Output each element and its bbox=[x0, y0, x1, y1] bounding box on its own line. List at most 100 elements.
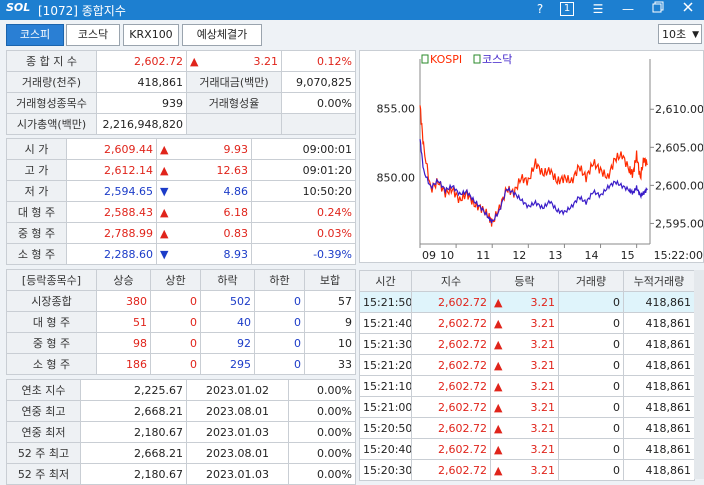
volume-value: 418,861 bbox=[96, 71, 187, 93]
price-change-value: 6.18 bbox=[223, 205, 249, 219]
up-arrow-icon: ▲ bbox=[160, 226, 169, 240]
price-value: 2,788.99 bbox=[66, 222, 157, 244]
tick-row[interactable]: 15:21:20 2,602.72 ▲ 3.21 0 418,861 bbox=[359, 354, 695, 376]
tick-volume: 0 bbox=[558, 417, 624, 439]
price-change: ▲ 12.63 bbox=[156, 159, 252, 181]
down-arrow-icon: ▼ bbox=[160, 247, 169, 261]
amount-value: 9,070,825 bbox=[281, 71, 356, 93]
yearly-row: 연초 지수 2,225.67 2023.01.02 0.00% bbox=[6, 379, 356, 401]
tick-row[interactable]: 15:21:50 2,602.72 ▲ 3.21 0 418,861 bbox=[359, 291, 695, 313]
up-arrow-icon: ▲ bbox=[494, 358, 503, 372]
up-arrow-icon: ▲ bbox=[160, 142, 169, 156]
tick-change: ▲ 3.21 bbox=[490, 354, 559, 376]
formed-count-label: 거래형성종목수 bbox=[6, 92, 97, 114]
tab-expected-price[interactable]: 예상체결가 bbox=[182, 24, 262, 46]
tick-row[interactable]: 15:20:30 2,602.72 ▲ 3.21 0 418,861 bbox=[359, 459, 695, 481]
up-arrow-icon: ▲ bbox=[494, 295, 503, 309]
tick-change: ▲ 3.21 bbox=[490, 459, 559, 481]
uplimit-count: 0 bbox=[150, 311, 201, 333]
tick-row[interactable]: 15:21:10 2,602.72 ▲ 3.21 0 418,861 bbox=[359, 375, 695, 397]
help-icon[interactable]: ? bbox=[532, 1, 548, 17]
tick-row[interactable]: 15:20:40 2,602.72 ▲ 3.21 0 418,861 bbox=[359, 438, 695, 460]
x-tick-label: 10 bbox=[440, 249, 454, 262]
menu-icon[interactable]: ☰ bbox=[590, 1, 606, 17]
price-change-value: 9.93 bbox=[223, 142, 249, 156]
left-tick-label: 850.00 bbox=[377, 172, 416, 185]
yearly-date: 2023.01.03 bbox=[186, 463, 289, 485]
column-header: [등락종목수] bbox=[6, 269, 97, 291]
price-value: 2,609.44 bbox=[66, 138, 157, 160]
up-arrow-icon: ▲ bbox=[190, 54, 199, 68]
interval-select[interactable]: 10초 ▼ bbox=[658, 24, 702, 44]
updown-row: 소 형 주 186 0 295 0 33 bbox=[6, 353, 356, 375]
tick-cum-volume: 418,861 bbox=[623, 375, 695, 397]
price-label: 중 형 주 bbox=[6, 222, 67, 244]
tab-krx100[interactable]: KRX100 bbox=[123, 24, 179, 46]
tick-change-value: 3.21 bbox=[530, 316, 556, 330]
price-row: 중 형 주 2,788.99 ▲ 0.83 0.03% bbox=[6, 222, 356, 244]
minimize-icon[interactable]: — bbox=[620, 1, 636, 17]
tick-cum-volume: 418,861 bbox=[623, 291, 695, 313]
tick-cum-volume: 418,861 bbox=[623, 438, 695, 460]
tick-change: ▲ 3.21 bbox=[490, 438, 559, 460]
yearly-date: 2023.01.02 bbox=[186, 379, 289, 401]
tick-time: 15:21:00 bbox=[359, 396, 412, 418]
yearly-row: 52 주 최저 2,180.67 2023.01.03 0.00% bbox=[6, 463, 356, 485]
tick-index: 2,602.72 bbox=[411, 417, 491, 439]
column-header[interactable]: 등락 bbox=[490, 270, 559, 292]
yearly-label: 연중 최고 bbox=[6, 400, 81, 422]
price-change: ▲ 0.83 bbox=[156, 222, 252, 244]
x-tick-label: 11 bbox=[476, 249, 490, 262]
column-header[interactable]: 거래량 bbox=[558, 270, 624, 292]
right-tick-label: 2,595.00 bbox=[655, 217, 703, 230]
down-count: 92 bbox=[200, 332, 255, 354]
title-bar: SOL [1072] 종합지수 ? 1 ☰ — bbox=[0, 0, 704, 20]
price-change-value: 12.63 bbox=[216, 163, 249, 177]
screen-number-icon[interactable]: 1 bbox=[560, 2, 574, 16]
column-header: 상한 bbox=[150, 269, 201, 291]
tick-change: ▲ 3.21 bbox=[490, 291, 559, 313]
tab-kospi[interactable]: 코스피 bbox=[6, 24, 64, 46]
yearly-rate: 0.00% bbox=[288, 400, 356, 422]
down-count: 40 bbox=[200, 311, 255, 333]
price-extra: 09:00:01 bbox=[251, 138, 356, 160]
up-arrow-icon: ▲ bbox=[494, 400, 503, 414]
tick-row[interactable]: 15:21:00 2,602.72 ▲ 3.21 0 418,861 bbox=[359, 396, 695, 418]
yearly-value: 2,180.67 bbox=[80, 463, 187, 485]
up-count: 380 bbox=[96, 290, 151, 312]
price-row: 대 형 주 2,588.43 ▲ 6.18 0.24% bbox=[6, 201, 356, 223]
close-icon[interactable] bbox=[680, 1, 696, 17]
tick-row[interactable]: 15:21:30 2,602.72 ▲ 3.21 0 418,861 bbox=[359, 333, 695, 355]
tick-scrollbar[interactable] bbox=[694, 270, 704, 479]
restore-icon[interactable] bbox=[650, 1, 666, 17]
column-header: 하락 bbox=[200, 269, 255, 291]
amount-label: 거래대금(백만) bbox=[186, 71, 282, 93]
left-tick-label: 855.00 bbox=[377, 103, 416, 116]
row-label: 소 형 주 bbox=[6, 353, 97, 375]
tick-row[interactable]: 15:21:40 2,602.72 ▲ 3.21 0 418,861 bbox=[359, 312, 695, 334]
index-rate: 0.12% bbox=[281, 50, 356, 72]
column-header[interactable]: 시간 bbox=[359, 270, 412, 292]
column-header[interactable]: 누적거래량 bbox=[623, 270, 695, 292]
price-extra: 0.03% bbox=[251, 222, 356, 244]
tab-kosdaq[interactable]: 코스닥 bbox=[66, 24, 120, 46]
legend-marker bbox=[421, 54, 429, 64]
tick-volume: 0 bbox=[558, 312, 624, 334]
tick-cum-volume: 418,861 bbox=[623, 459, 695, 481]
price-change: ▼ 8.93 bbox=[156, 243, 252, 265]
up-arrow-icon: ▲ bbox=[494, 442, 503, 456]
right-tick-label: 2,600.00 bbox=[655, 179, 703, 192]
tick-cum-volume: 418,861 bbox=[623, 396, 695, 418]
intraday-chart[interactable]: 855.00 850.00 2,610.00 2,605.00 2,600.00 2,59… bbox=[359, 50, 704, 263]
column-header: 상승 bbox=[96, 269, 151, 291]
column-header[interactable]: 지수 bbox=[411, 270, 491, 292]
legend-label: 코스닥 bbox=[482, 53, 512, 66]
tick-time: 15:20:50 bbox=[359, 417, 412, 439]
tick-index: 2,602.72 bbox=[411, 291, 491, 313]
tick-volume: 0 bbox=[558, 459, 624, 481]
market-tab-bar: 코스피 코스닥 KRX100 예상체결가 10초 ▼ bbox=[0, 20, 704, 48]
yearly-rate: 0.00% bbox=[288, 421, 356, 443]
index-change: ▲ 3.21 bbox=[186, 50, 282, 72]
tick-row[interactable]: 15:20:50 2,602.72 ▲ 3.21 0 418,861 bbox=[359, 417, 695, 439]
price-extra: 09:01:20 bbox=[251, 159, 356, 181]
